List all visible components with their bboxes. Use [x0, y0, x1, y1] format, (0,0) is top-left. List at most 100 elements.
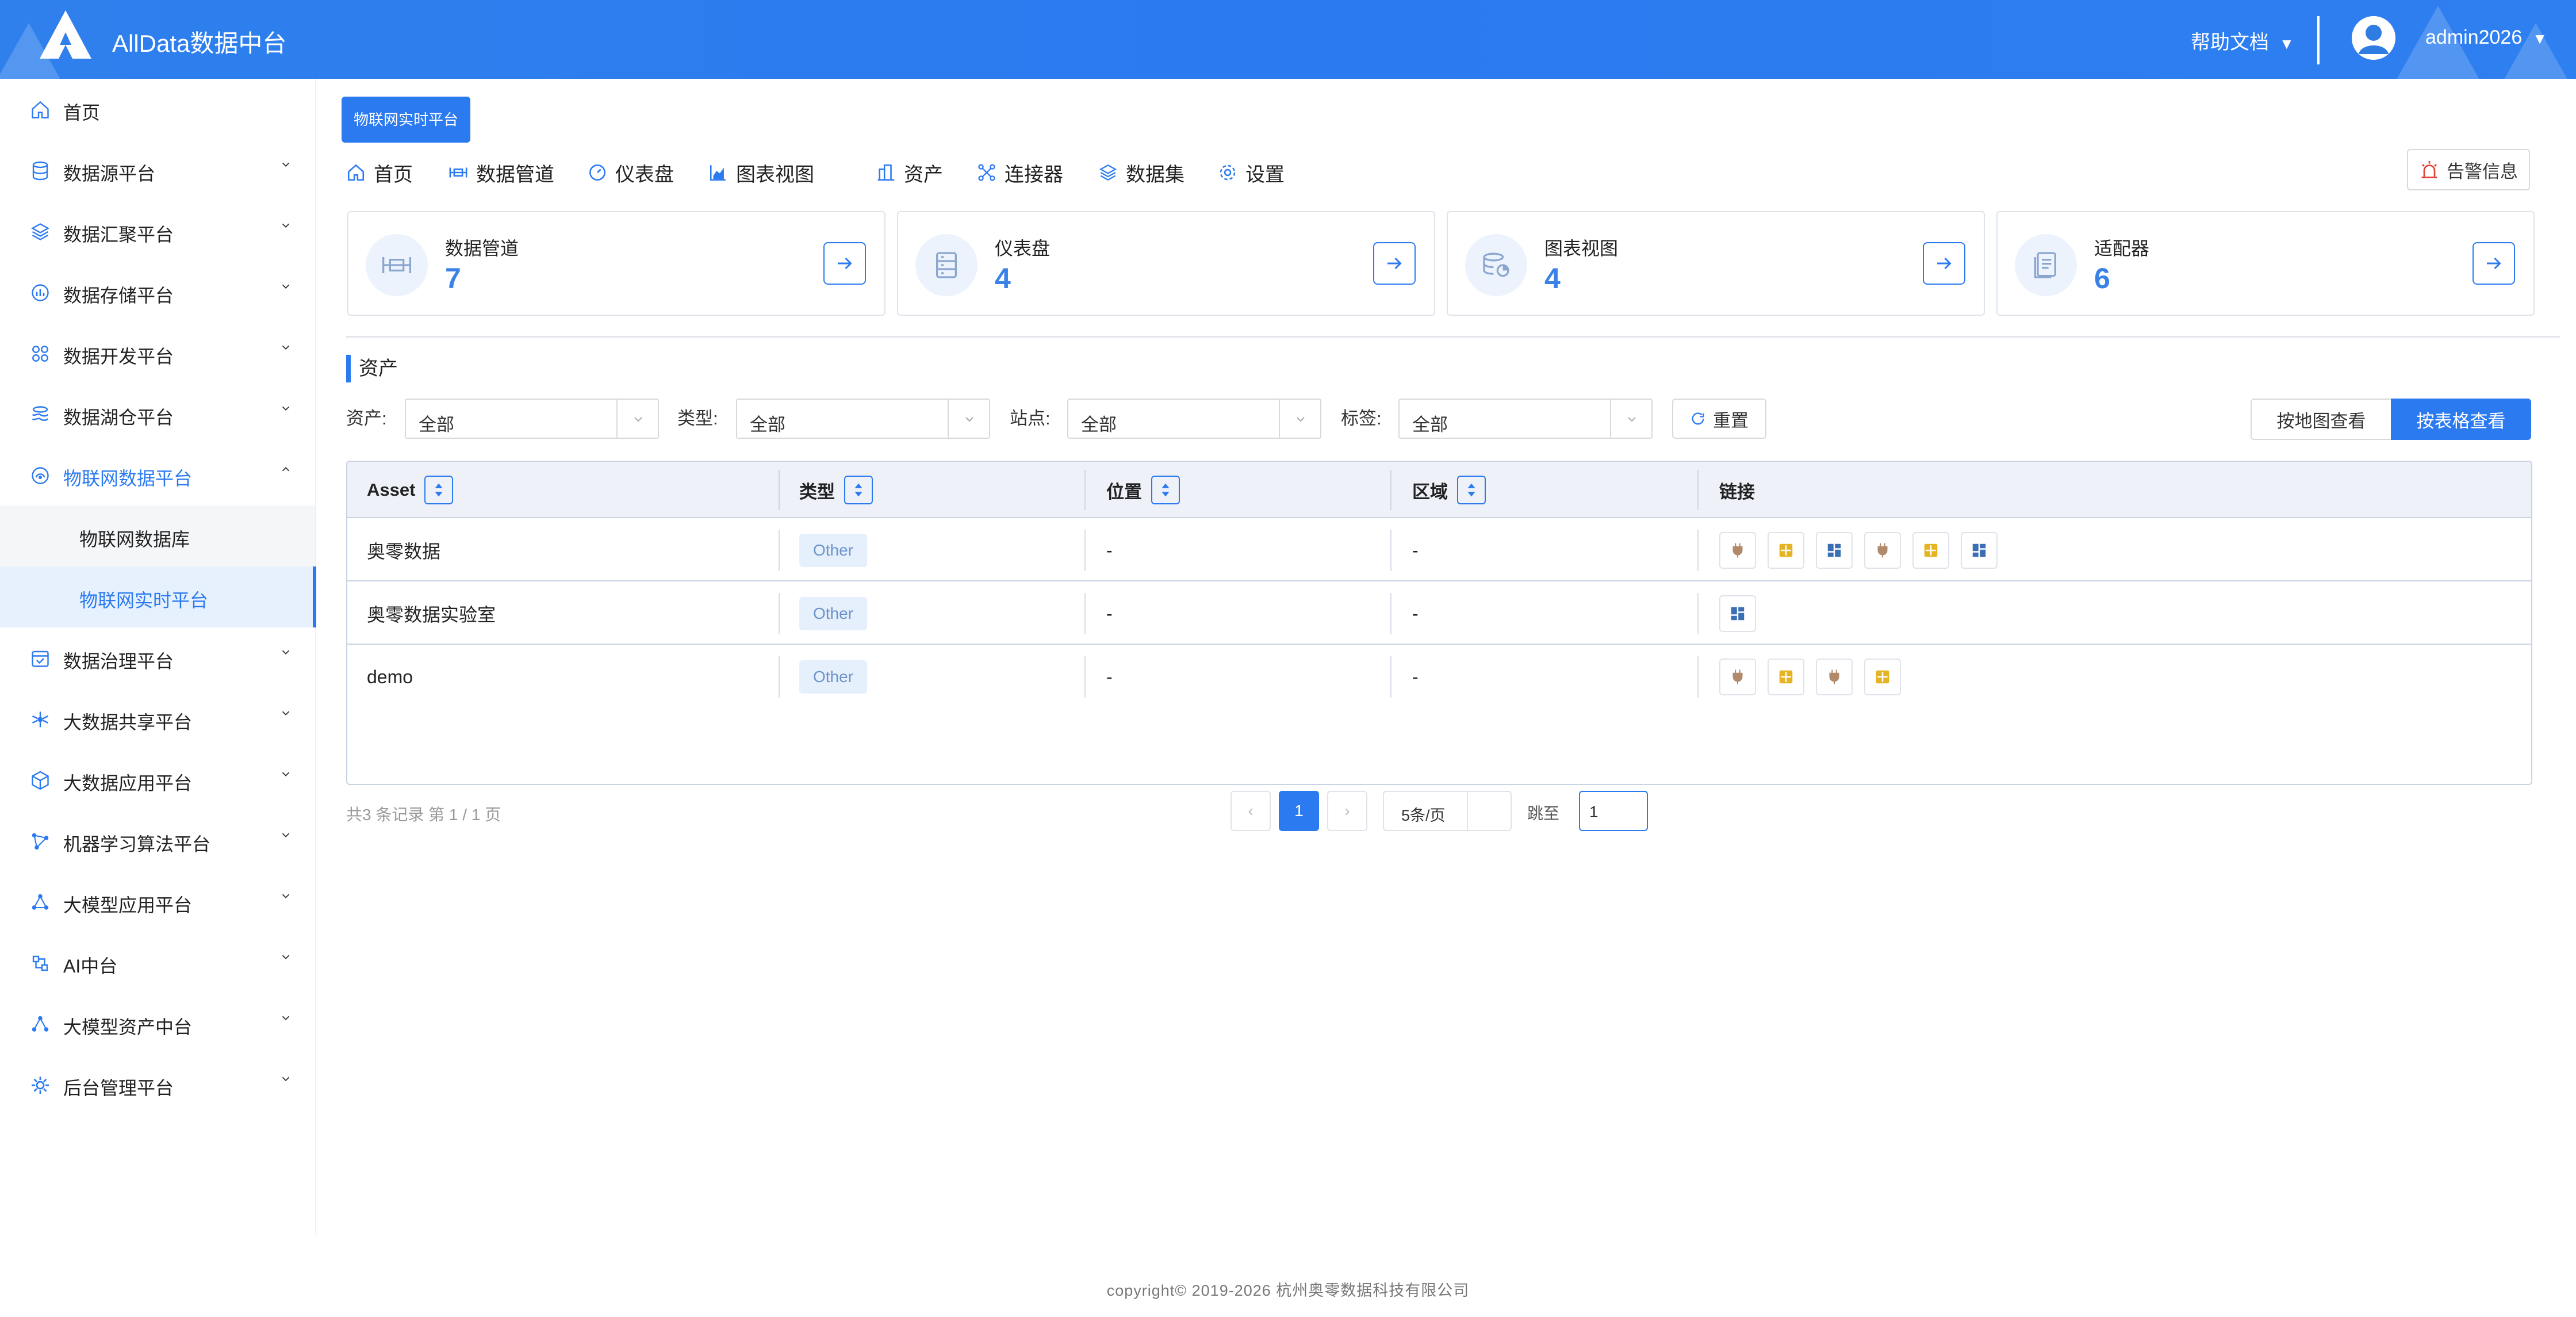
link-button[interactable] [1719, 658, 1756, 695]
sidebar-item-llm-apps[interactable]: 大模型应用平台 [0, 871, 315, 932]
stat-go-button[interactable] [1373, 242, 1416, 285]
filter-label-tag: 标签: [1341, 408, 1382, 428]
sidebar-item-development[interactable]: 数据开发平台 [0, 323, 315, 384]
view-by-table-button[interactable]: 按表格查看 [2391, 399, 2531, 440]
stat-go-button[interactable] [1923, 242, 1965, 285]
site-select[interactable]: 全部 [1067, 399, 1321, 439]
next-page-button[interactable]: › [1327, 791, 1367, 831]
stat-card-adapter[interactable]: 适配器 6 [1996, 211, 2535, 316]
select-value: 全部 [419, 415, 454, 435]
reset-button[interactable]: 重置 [1672, 399, 1766, 439]
cell-location: - [1106, 603, 1113, 624]
tag-select[interactable]: 全部 [1398, 399, 1653, 439]
chevron-down-icon [282, 162, 290, 167]
stat-go-button[interactable] [823, 242, 866, 285]
sort-icon [854, 483, 862, 497]
cell-asset[interactable]: 奥零数据实验室 [367, 583, 496, 645]
sidebar-item-governance[interactable]: 数据治理平台 [0, 627, 315, 688]
iot-icon [32, 467, 49, 484]
sort-button[interactable] [844, 476, 873, 504]
view-by-map-button[interactable]: 按地图查看 [2251, 399, 2392, 440]
stat-card-pipeline[interactable]: 数据管道 7 [347, 211, 885, 316]
chevron-down-icon [282, 406, 290, 411]
sidebar-item-storage[interactable]: 数据存储平台 [0, 262, 315, 323]
sidebar-item-ml[interactable]: 机器学习算法平台 [0, 810, 315, 871]
stat-card-chart-view[interactable]: 图表视图 4 [1447, 211, 1985, 316]
tab-datasets[interactable]: 数据集 [1098, 158, 1184, 187]
sidebar-item-aggregation[interactable]: 数据汇聚平台 [0, 201, 315, 262]
tab-assets[interactable]: 资产 [876, 158, 943, 187]
link-button[interactable] [1864, 532, 1901, 569]
tab-connectors[interactable]: 连接器 [977, 158, 1063, 187]
user-avatar-icon [2352, 16, 2395, 60]
sort-button[interactable] [424, 476, 454, 504]
asset-select[interactable]: 全部 [405, 399, 659, 439]
plug-icon [1732, 543, 1743, 558]
tab-settings[interactable]: 设置 [1218, 158, 1285, 187]
logo-icon[interactable] [37, 9, 94, 61]
plug-icon [1829, 669, 1839, 684]
sidebar-item-application[interactable]: 大数据应用平台 [0, 749, 315, 810]
link-button[interactable] [1816, 532, 1853, 569]
link-button[interactable] [1768, 658, 1804, 695]
table-row[interactable]: 奥零数据实验室 Other - - [347, 583, 2531, 645]
platform-tag[interactable]: 物联网实时平台 [342, 97, 470, 143]
cell-links [1719, 519, 1998, 581]
sort-button[interactable] [1151, 476, 1180, 504]
page-size-select[interactable]: 5条/页 [1383, 791, 1512, 831]
sidebar-item-label: 大模型资产中台 [63, 1017, 193, 1037]
sidebar-item-label: 数据存储平台 [63, 285, 174, 306]
select-value: 全部 [1412, 415, 1448, 435]
link-button[interactable] [1864, 658, 1901, 695]
column-separator [1697, 470, 1699, 510]
link-button[interactable] [1719, 532, 1756, 569]
sidebar-item-home[interactable]: 首页 [0, 79, 315, 140]
alert-info-button[interactable]: 告警信息 [2407, 149, 2530, 190]
sidebar-item-iot[interactable]: 物联网数据平台 [0, 445, 315, 506]
assets-table: Asset 类型 位置 区域 链接 奥零数据 Other - - 奥零数据实验室… [346, 461, 2532, 785]
stat-card-dashboard[interactable]: 仪表盘 4 [897, 211, 1435, 316]
sidebar-item-ai[interactable]: AI中台 [0, 932, 315, 993]
home-icon [347, 164, 365, 181]
link-button[interactable] [1768, 532, 1804, 569]
jump-page-input[interactable]: 1 [1579, 791, 1648, 831]
stat-value: 4 [995, 262, 1011, 294]
cell-asset[interactable]: demo [367, 646, 413, 708]
page-number-button[interactable]: 1 [1279, 791, 1319, 831]
cell-asset[interactable]: 奥零数据 [367, 519, 440, 581]
avatar[interactable] [2352, 16, 2395, 60]
alert-info-label: 告警信息 [2447, 161, 2518, 182]
prev-page-button[interactable]: ‹ [1230, 791, 1271, 831]
tab-chart-view[interactable]: 图表视图 [708, 158, 814, 187]
link-button[interactable] [1816, 658, 1853, 695]
type-select[interactable]: 全部 [736, 399, 990, 439]
sidebar-item-sharing[interactable]: 大数据共享平台 [0, 688, 315, 749]
link-button[interactable] [1719, 595, 1756, 632]
stat-go-button[interactable] [2472, 242, 2515, 285]
dashboard-icon [1972, 543, 1986, 557]
sidebar-item-label: 数据开发平台 [63, 346, 174, 367]
column-header-links: 链接 [1719, 462, 1755, 518]
sidebar-subitem-iot-database[interactable]: 物联网数据库 [0, 506, 315, 566]
view-toggle: 按地图查看 按表格查看 [2251, 399, 2531, 440]
table-row[interactable]: demo Other - - [347, 646, 2531, 708]
sidebar-item-label: 数据治理平台 [63, 651, 174, 672]
sidebar-item-datasource[interactable]: 数据源平台 [0, 140, 315, 201]
sort-button[interactable] [1457, 476, 1486, 504]
tab-dashboard[interactable]: 仪表盘 [588, 158, 674, 187]
user-menu[interactable]: admin2026 ▼ [2425, 26, 2547, 49]
tab-home[interactable]: 首页 [346, 158, 413, 187]
cell-separator [1390, 530, 1392, 571]
help-docs-menu[interactable]: 帮助文档 ▼ [2191, 26, 2294, 55]
sidebar-subitem-iot-realtime[interactable]: 物联网实时平台 [0, 566, 316, 627]
table-row[interactable]: 奥零数据 Other - - [347, 519, 2531, 581]
link-button[interactable] [1912, 532, 1949, 569]
column-header-asset: Asset [367, 462, 454, 518]
sidebar-item-lakehouse[interactable]: 数据湖仓平台 [0, 384, 315, 445]
app-title[interactable]: AllData数据中台 [112, 24, 286, 59]
sidebar-item-llm-assets[interactable]: 大模型资产中台 [0, 993, 315, 1054]
sidebar-item-admin[interactable]: 后台管理平台 [0, 1054, 315, 1115]
link-button[interactable] [1961, 532, 1998, 569]
tab-pipeline[interactable]: 数据管道 [448, 158, 554, 187]
sidebar-item-label: 大模型应用平台 [63, 895, 193, 916]
